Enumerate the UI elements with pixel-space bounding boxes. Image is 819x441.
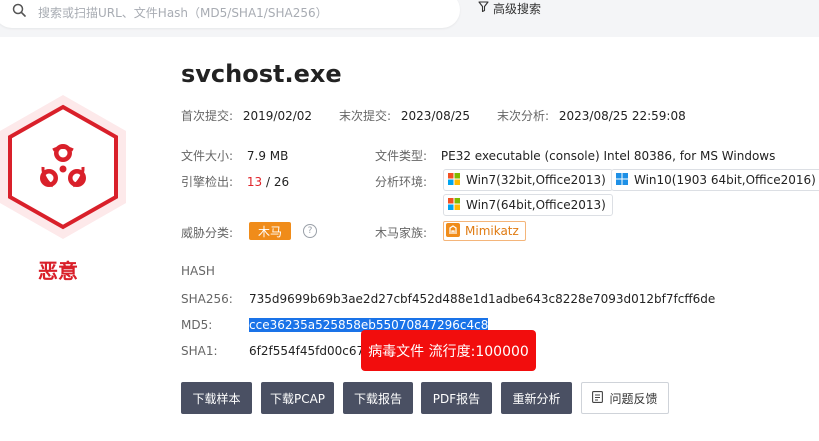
feedback-label: 问题反馈 (609, 391, 658, 406)
trojan-family: 木马家族: (375, 224, 427, 241)
engines-label: 引擎检出: (181, 175, 234, 189)
engines-total: / 26 (265, 175, 290, 189)
windows7-icon (448, 172, 460, 188)
env-label-text: Win10(1903 64bit,Office2016) (634, 173, 816, 187)
family-tag[interactable]: Mimikatz (443, 221, 526, 241)
threat-class-label: 威胁分类: (181, 226, 234, 240)
search-placeholder: 搜索或扫描URL、文件Hash（MD5/SHA1/SHA256） (38, 6, 328, 20)
reanalyze-button[interactable]: 重新分析 (501, 382, 572, 414)
last-analysis-label: 末次分析: (497, 109, 550, 123)
last-submit-label: 末次提交: (339, 109, 392, 123)
file-size-value: 7.9 MB (246, 149, 289, 163)
file-type-value: PE32 executable (console) Intel 80386, f… (440, 149, 776, 163)
feedback-button[interactable]: 问题反馈 (581, 382, 669, 414)
search-icon (12, 2, 26, 21)
last-submit: 末次提交: 2023/08/25 (339, 107, 470, 124)
verdict-label: 恶意 (38, 259, 78, 283)
family-name: Mimikatz (465, 224, 519, 238)
env-label-text: Win7(32bit,Office2013) (466, 173, 606, 187)
hash-section-label: HASH (181, 264, 215, 278)
sha1-label: SHA1: (181, 344, 218, 358)
env-label-text: Win7(64bit,Office2013) (466, 198, 606, 212)
filter-icon (478, 1, 489, 15)
env-win7-64[interactable]: Win7(64bit,Office2013) (443, 194, 613, 216)
download-report-button[interactable]: 下载报告 (343, 382, 413, 414)
malicious-badge-icon (0, 93, 128, 241)
env-win10[interactable]: Win10(1903 64bit,Office2016) (611, 169, 819, 191)
file-type: 文件类型: PE32 executable (console) Intel 80… (375, 147, 775, 164)
env-label: 分析环境: (375, 175, 428, 189)
md5-label: MD5: (181, 318, 213, 332)
sha256-label: SHA256: (181, 292, 233, 306)
download-pcap-button[interactable]: 下载PCAP (261, 382, 334, 414)
windows10-icon (616, 172, 628, 188)
windows7-icon (448, 197, 460, 213)
sha1-value[interactable]: 6f2f554f45fd00c674 (249, 344, 372, 358)
file-name: svchost.exe (181, 60, 342, 88)
download-sample-button[interactable]: 下载样本 (181, 382, 252, 414)
engines-detected: 13 (246, 175, 263, 189)
first-submit-label: 首次提交: (181, 109, 234, 123)
file-size: 文件大小: 7.9 MB (181, 147, 288, 164)
advanced-search-label: 高级搜索 (493, 1, 542, 16)
feedback-icon (592, 390, 604, 406)
family-label: 木马家族: (375, 226, 428, 240)
pdf-report-button[interactable]: PDF报告 (421, 382, 492, 414)
engine-detections: 引擎检出: 13 / 26 (181, 173, 289, 190)
first-submit-value: 2019/02/02 (242, 109, 313, 123)
env-win7-32[interactable]: Win7(32bit,Office2013) (443, 169, 613, 191)
search-input[interactable]: 搜索或扫描URL、文件Hash（MD5/SHA1/SHA256） (0, 0, 460, 28)
last-analysis: 末次分析: 2023/08/25 22:59:08 (497, 107, 686, 124)
last-submit-value: 2023/08/25 (400, 109, 471, 123)
sha256-value[interactable]: 735d9699b69b3ae2d27cbf452d488e1d1adbe643… (249, 292, 715, 306)
threat-class: 威胁分类: (181, 224, 233, 241)
env-label-row: 分析环境: (375, 173, 427, 190)
popularity-tooltip: 病毒文件 流行度:100000 (361, 330, 536, 371)
threat-class-tag[interactable]: 木马 (249, 222, 292, 240)
file-size-label: 文件大小: (181, 149, 234, 163)
last-analysis-value: 2023/08/25 22:59:08 (558, 109, 686, 123)
file-type-label: 文件类型: (375, 149, 428, 163)
first-submit: 首次提交: 2019/02/02 (181, 107, 312, 124)
help-icon[interactable]: ? (303, 224, 317, 238)
file-report-card: 恶意 svchost.exe 首次提交: 2019/02/02 末次提交: 20… (0, 37, 819, 441)
family-icon (446, 222, 460, 240)
top-bar: 搜索或扫描URL、文件Hash（MD5/SHA1/SHA256） 高级搜索 (0, 0, 819, 36)
advanced-search-button[interactable]: 高级搜索 (478, 0, 541, 16)
